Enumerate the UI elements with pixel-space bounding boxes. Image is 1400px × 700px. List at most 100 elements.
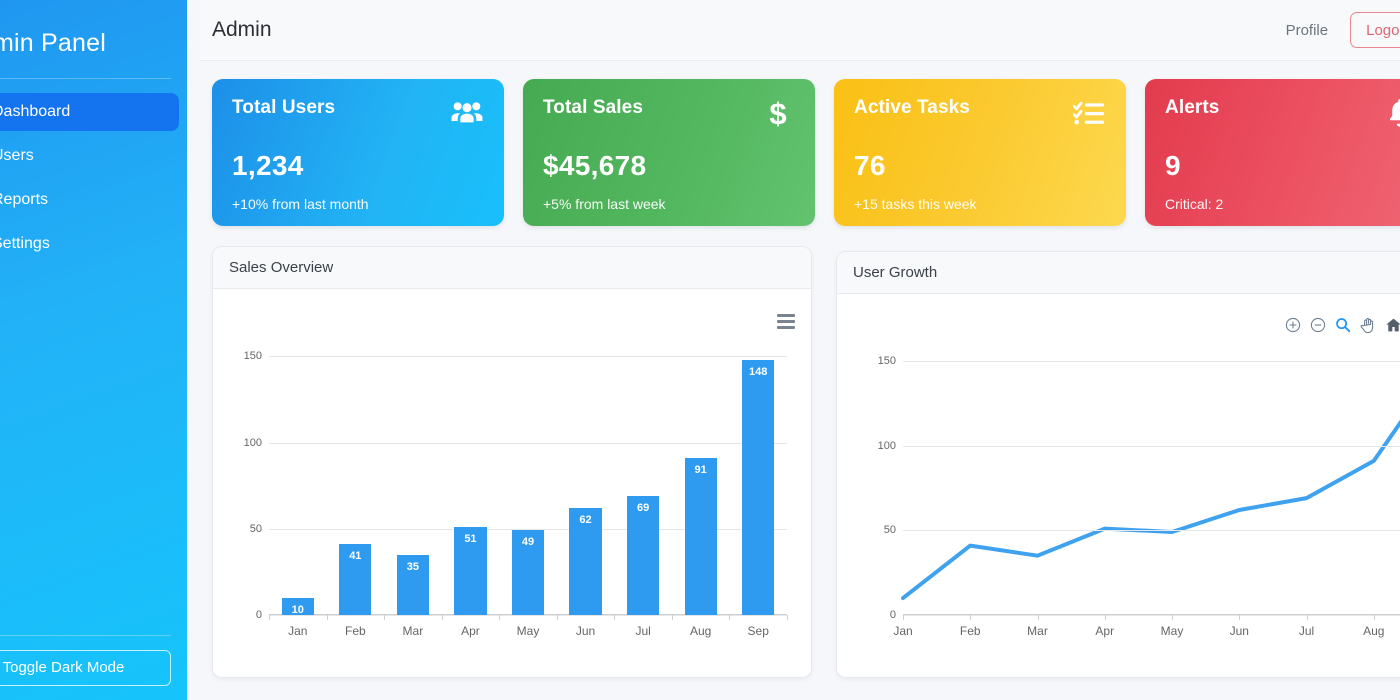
- bar[interactable]: 91: [685, 458, 717, 615]
- x-axis-tick: [442, 615, 443, 620]
- bar-data-label: 41: [349, 550, 361, 562]
- bar[interactable]: 62: [569, 508, 601, 615]
- bar-data-label: 49: [522, 536, 534, 548]
- card-title: Alerts: [1165, 97, 1219, 119]
- sales-bar-chart: 05010015010Jan41Feb35Mar51Apr49May62Jun6…: [213, 289, 811, 677]
- chart-export-menu-icon[interactable]: [777, 314, 795, 329]
- x-axis-tick: [1038, 615, 1039, 620]
- chart-panels: Sales Overview 05010015010Jan41Feb35Mar5…: [200, 226, 1400, 700]
- stat-cards: Total Users 1,234 +10% from last month T…: [200, 61, 1400, 226]
- sidebar-nav: Dashboard Users Reports Settings: [0, 93, 187, 263]
- sidebar-spacer: [0, 263, 187, 635]
- panel-user-growth: User Growth: [836, 251, 1400, 678]
- card-header: Alerts: [1165, 97, 1400, 129]
- zoom-in-icon[interactable]: [1284, 316, 1302, 334]
- bar-data-label: 62: [579, 514, 591, 526]
- x-axis-label: Mar: [403, 624, 424, 638]
- x-axis-label: Jul: [1299, 624, 1314, 638]
- y-axis-tick-label: 100: [878, 440, 896, 452]
- y-axis-tick-label: 0: [256, 609, 262, 621]
- x-axis-tick: [787, 615, 788, 620]
- sales-plot-area: 05010015010Jan41Feb35Mar51Apr49May62Jun6…: [269, 339, 787, 615]
- sidebar-footer: Toggle Dark Mode: [0, 635, 187, 700]
- sales-chart-body: 05010015010Jan41Feb35Mar51Apr49May62Jun6…: [213, 289, 811, 677]
- bar-data-label: 69: [637, 502, 649, 514]
- y-axis-tick-label: 100: [244, 437, 262, 449]
- bar[interactable]: 35: [397, 555, 429, 615]
- bar-data-label: 51: [464, 533, 476, 545]
- bar[interactable]: 49: [512, 530, 544, 615]
- y-axis-tick-label: 50: [250, 523, 262, 535]
- x-axis-tick: [970, 615, 971, 620]
- pan-icon[interactable]: [1359, 316, 1377, 334]
- card-header: Total Sales $: [543, 97, 795, 129]
- x-axis-label: Jul: [635, 624, 650, 638]
- grid-line: [903, 446, 1400, 447]
- card-subtext: Critical: 2: [1165, 196, 1400, 212]
- x-axis-label: Jan: [288, 624, 307, 638]
- sidebar-item-settings[interactable]: Settings: [0, 225, 179, 263]
- sidebar-item-label: Users: [0, 147, 34, 165]
- card-subtext: +5% from last week: [543, 196, 795, 212]
- stat-card-total-users[interactable]: Total Users 1,234 +10% from last month: [212, 79, 504, 226]
- card-title: Active Tasks: [854, 97, 970, 119]
- grid-line: [903, 361, 1400, 362]
- x-axis-label: Jan: [893, 624, 912, 638]
- main-content: Admin Profile Logout Total Users 1,234 +…: [200, 0, 1400, 700]
- bar[interactable]: 41: [339, 544, 371, 615]
- x-axis-label: Aug: [690, 624, 711, 638]
- x-axis-label: Apr: [1095, 624, 1114, 638]
- sidebar-item-label: Settings: [0, 235, 50, 253]
- profile-link[interactable]: Profile: [1286, 22, 1329, 39]
- growth-plot-area: 050100150JanFebMarAprMayJunJulAugSep: [903, 344, 1400, 615]
- card-value: 1,234: [232, 150, 484, 182]
- card-header: Active Tasks: [854, 97, 1106, 129]
- bar[interactable]: 69: [627, 496, 659, 615]
- card-subtext: +10% from last month: [232, 196, 484, 212]
- x-axis-label: Apr: [461, 624, 480, 638]
- x-axis-label: May: [517, 624, 540, 638]
- sidebar-item-reports[interactable]: Reports: [0, 181, 179, 219]
- x-axis-tick: [729, 615, 730, 620]
- page-title: Admin: [212, 18, 272, 42]
- zoom-out-icon[interactable]: [1309, 316, 1327, 334]
- y-axis-tick-label: 50: [884, 524, 896, 536]
- panel-sales-overview: Sales Overview 05010015010Jan41Feb35Mar5…: [212, 246, 812, 678]
- logout-button[interactable]: Logout: [1350, 12, 1400, 48]
- y-axis-tick-label: 0: [890, 609, 896, 621]
- x-axis-tick: [614, 615, 615, 620]
- bar[interactable]: 148: [742, 360, 774, 615]
- x-axis-tick: [1105, 615, 1106, 620]
- stat-card-alerts[interactable]: Alerts 9 Critical: 2: [1145, 79, 1400, 226]
- bell-icon: [1383, 97, 1400, 129]
- sidebar-item-users[interactable]: Users: [0, 137, 179, 175]
- toggle-dark-mode-button[interactable]: Toggle Dark Mode: [0, 650, 171, 686]
- growth-line-chart: 050100150JanFebMarAprMayJunJulAugSep: [837, 294, 1400, 677]
- sidebar-item-dashboard[interactable]: Dashboard: [0, 93, 179, 131]
- y-axis-tick-label: 150: [244, 350, 262, 362]
- x-axis-tick: [269, 615, 270, 620]
- card-title: Total Sales: [543, 97, 643, 119]
- x-axis-tick: [1172, 615, 1173, 620]
- card-header: Total Users: [232, 97, 484, 129]
- x-axis-label: Sep: [748, 624, 769, 638]
- x-axis-tick: [1307, 615, 1308, 620]
- sidebar: Admin Panel Dashboard Users Reports: [0, 0, 187, 700]
- card-title: Total Users: [232, 97, 335, 119]
- stat-card-active-tasks[interactable]: Active Tasks 76 +15 tasks this week: [834, 79, 1126, 226]
- selection-zoom-icon[interactable]: [1334, 316, 1352, 334]
- top-bar-actions: Profile Logout: [1286, 12, 1400, 48]
- x-axis-label: Jun: [1230, 624, 1249, 638]
- stat-card-total-sales[interactable]: Total Sales $ $45,678 +5% from last week: [523, 79, 815, 226]
- sidebar-item-label: Dashboard: [0, 103, 70, 121]
- sidebar-brand: Admin Panel: [0, 18, 187, 60]
- growth-chart-body: 050100150JanFebMarAprMayJunJulAugSep: [837, 294, 1400, 677]
- x-axis-label: Jun: [576, 624, 595, 638]
- reset-home-icon[interactable]: [1384, 316, 1400, 334]
- x-axis-tick: [557, 615, 558, 620]
- bar[interactable]: 10: [282, 598, 314, 615]
- x-axis-label: Mar: [1027, 624, 1048, 638]
- card-value: $45,678: [543, 150, 795, 182]
- dollar-icon: $: [761, 97, 795, 129]
- bar[interactable]: 51: [454, 527, 486, 615]
